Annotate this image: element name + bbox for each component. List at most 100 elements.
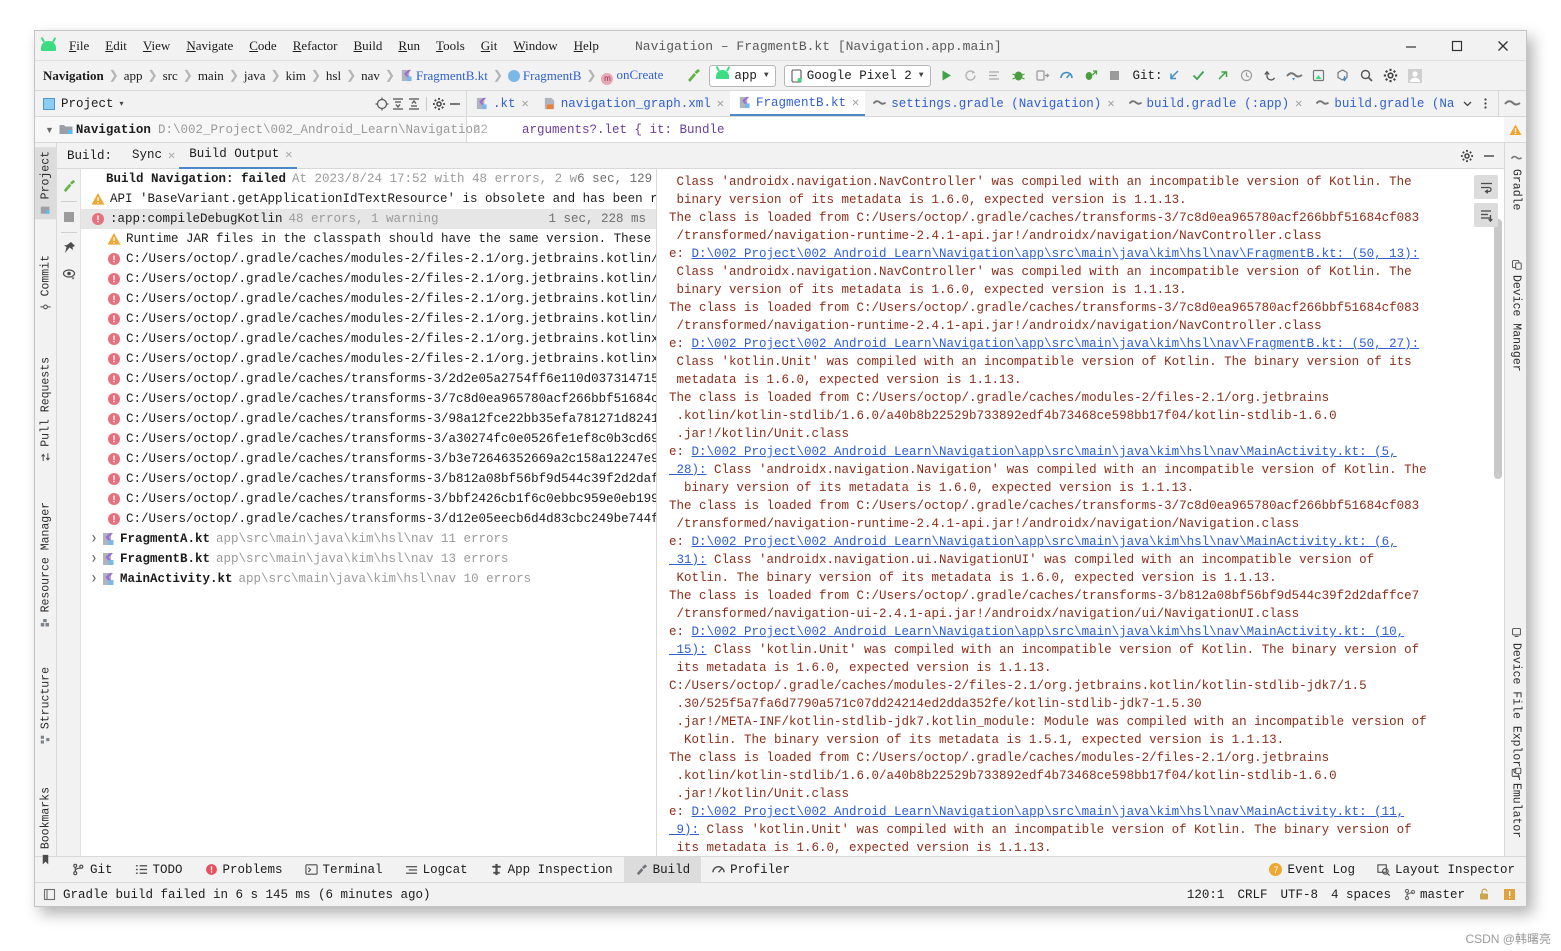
menu-item-window[interactable]: Window [505, 36, 565, 56]
close-icon[interactable]: ✕ [522, 96, 529, 111]
tool-window-build-variants[interactable]: Build Variants [35, 903, 57, 906]
module-selector[interactable]: app ▼ [709, 64, 776, 87]
menu-item-file[interactable]: File [61, 36, 97, 56]
menu-item-code[interactable]: Code [241, 36, 284, 56]
menu-bar[interactable]: File Edit View Navigate Code Refactor Build Run… [61, 36, 607, 56]
build-tree-row[interactable]: C:/Users/octop/.gradle/caches/modules-2/… [81, 269, 656, 289]
build-tree-row[interactable]: C:/Users/octop/.gradle/caches/transforms… [81, 469, 656, 489]
bottom-tab-todo[interactable]: TODO [124, 857, 194, 883]
editor-tab-navigation-graph-xml[interactable]: navigation_graph.xml ✕ [535, 91, 730, 116]
tool-window-project[interactable]: Project [35, 147, 57, 220]
stop-build-icon[interactable] [58, 204, 80, 230]
sync-gradle-icon[interactable] [1283, 64, 1307, 88]
console-file-link[interactable]: 28): [669, 463, 707, 477]
build-tree-row[interactable]: C:/Users/octop/.gradle/caches/modules-2/… [81, 249, 656, 269]
project-tree-root-row[interactable]: ▼ Navigation D:\002_Project\002_Android_… [35, 117, 481, 142]
line-separator[interactable]: CRLF [1237, 888, 1267, 902]
menu-item-git[interactable]: Git [473, 36, 506, 56]
sdk-manager-icon[interactable] [1331, 64, 1355, 88]
build-output-tree[interactable]: Build Navigation: failed At 2023/8/24 17:… [81, 169, 657, 856]
caret-position[interactable]: 120:1 [1187, 888, 1225, 902]
close-button[interactable] [1480, 31, 1526, 61]
tool-window-emulator[interactable]: Emulator [1505, 763, 1526, 842]
minimize-button[interactable] [1388, 31, 1434, 61]
build-hammer-icon[interactable] [681, 64, 705, 88]
build-tree-row[interactable]: C:/Users/octop/.gradle/caches/transforms… [81, 369, 656, 389]
editor-tab-settings-gradle-navigation[interactable]: settings.gradle (Navigation) ✕ [865, 91, 1120, 116]
pin-icon[interactable] [58, 235, 80, 261]
build-tab-sync[interactable]: Sync ✕ [122, 143, 179, 169]
gradle-sidebar-icon[interactable] [1498, 91, 1526, 116]
console-file-link[interactable]: D:\002 Project\002 Android Learn\Navigat… [692, 805, 1405, 819]
git-commit-icon[interactable] [1187, 64, 1211, 88]
breadcrumb-class[interactable]: FragmentB [504, 68, 586, 84]
notifications-icon[interactable] [1503, 888, 1516, 901]
build-tree-row[interactable]: C:/Users/octop/.gradle/caches/modules-2/… [81, 329, 656, 349]
expand-chevron-icon[interactable]: ❯ [87, 534, 101, 544]
menu-item-build[interactable]: Build [345, 36, 390, 56]
profiler-icon[interactable] [1055, 64, 1079, 88]
collapse-all-icon[interactable] [407, 97, 421, 111]
avd-manager-icon[interactable] [1307, 64, 1331, 88]
build-tree-row[interactable]: C:/Users/octop/.gradle/caches/modules-2/… [81, 349, 656, 369]
editor-tab-build-gradle-na[interactable]: build.gradle (Na [1308, 91, 1455, 116]
editor-tab-kt[interactable]: .kt ✕ [467, 91, 535, 116]
bottom-tab-app-inspection[interactable]: App Inspection [479, 857, 624, 883]
run-anything-icon[interactable] [1079, 64, 1103, 88]
build-tree-row[interactable]: Build Navigation: failed At 2023/8/24 17:… [81, 169, 656, 189]
hide-panel-icon[interactable] [448, 97, 462, 111]
console-file-link[interactable]: 15): [669, 643, 707, 657]
menu-item-view[interactable]: View [135, 36, 178, 56]
close-icon[interactable]: ✕ [285, 147, 292, 162]
build-tree-row[interactable]: C:/Users/octop/.gradle/caches/transforms… [81, 389, 656, 409]
build-tree-row[interactable]: ❯ FragmentA.kt app\src\main\java\kim\hsl\n… [81, 529, 656, 549]
apply-code-changes-icon[interactable] [983, 64, 1007, 88]
run-button[interactable] [935, 64, 959, 88]
bottom-tab-event-log[interactable]: 7 Event Log [1258, 857, 1366, 883]
close-icon[interactable]: ✕ [1107, 96, 1114, 111]
build-tree-row[interactable]: C:/Users/octop/.gradle/caches/transforms… [81, 409, 656, 429]
scroll-from-source-icon[interactable] [375, 97, 389, 111]
breadcrumb-item-src[interactable]: src [159, 68, 182, 84]
build-tree-row[interactable]: C:/Users/octop/.gradle/caches/modules-2/… [81, 309, 656, 329]
tool-window-resource-manager[interactable]: Resource Manager [35, 498, 57, 632]
expand-chevron-icon[interactable]: ❯ [87, 554, 101, 564]
maximize-button[interactable] [1434, 31, 1480, 61]
build-tree-row[interactable]: ❯ FragmentB.kt app\src\main\java\kim\hsl\n… [81, 549, 656, 569]
breadcrumb-item-java[interactable]: java [240, 68, 270, 84]
bottom-tab-terminal[interactable]: Terminal [294, 857, 394, 883]
menu-item-refactor[interactable]: Refactor [285, 36, 346, 56]
breadcrumb-method[interactable]: m onCreate [597, 67, 667, 85]
tool-window-device-file-explorer[interactable]: Device File Explorer [1505, 623, 1526, 785]
bottom-tab-build[interactable]: Build [623, 856, 702, 883]
gear-icon[interactable] [1379, 64, 1403, 88]
bottom-tab-problems[interactable]: Problems [194, 857, 294, 883]
console-file-link[interactable]: D:\002 Project\002 Android Learn\Navigat… [692, 337, 1420, 351]
build-tree-row[interactable]: C:/Users/octop/.gradle/caches/modules-2/… [81, 289, 656, 309]
status-message[interactable]: Gradle build failed in 6 s 145 ms (6 min… [63, 888, 431, 902]
build-tabs[interactable]: Sync ✕ Build Output ✕ [122, 143, 297, 169]
build-tree-row[interactable]: Runtime JAR files in the classpath shoul… [81, 229, 656, 249]
close-icon[interactable]: ✕ [852, 95, 859, 110]
bottom-tab-profiler[interactable]: Profiler [701, 857, 801, 883]
chevron-down-icon[interactable]: ▾ [120, 99, 124, 108]
editor-tab-fragmentb-kt[interactable]: FragmentB.kt ✕ [730, 91, 866, 116]
bottom-tab-git[interactable]: Git [61, 857, 124, 883]
git-update-icon[interactable] [1163, 64, 1187, 88]
git-branch-widget[interactable]: master [1404, 888, 1465, 902]
lock-icon[interactable] [1478, 888, 1490, 901]
menu-item-tools[interactable]: Tools [428, 36, 473, 56]
build-tree-row[interactable]: :app:compileDebugKotlin 48 errors, 1 warn… [81, 209, 656, 229]
tool-window-structure[interactable]: Structure [35, 663, 57, 749]
breadcrumb-item-kim[interactable]: kim [282, 68, 310, 84]
menu-item-navigate[interactable]: Navigate [178, 36, 241, 56]
rerun-build-icon[interactable] [58, 173, 80, 199]
bottom-tab-logcat[interactable]: Logcat [394, 857, 479, 883]
inspection-warning-icon[interactable] [1504, 117, 1526, 142]
undo-icon[interactable] [1259, 64, 1283, 88]
tabs-overflow-icon[interactable] [1479, 97, 1492, 110]
console-file-link[interactable]: 9): [669, 823, 700, 837]
search-icon[interactable] [1355, 64, 1379, 88]
breadcrumb-item-app[interactable]: app [120, 68, 147, 84]
tool-window-device-manager[interactable]: Device Manager [1505, 255, 1526, 376]
